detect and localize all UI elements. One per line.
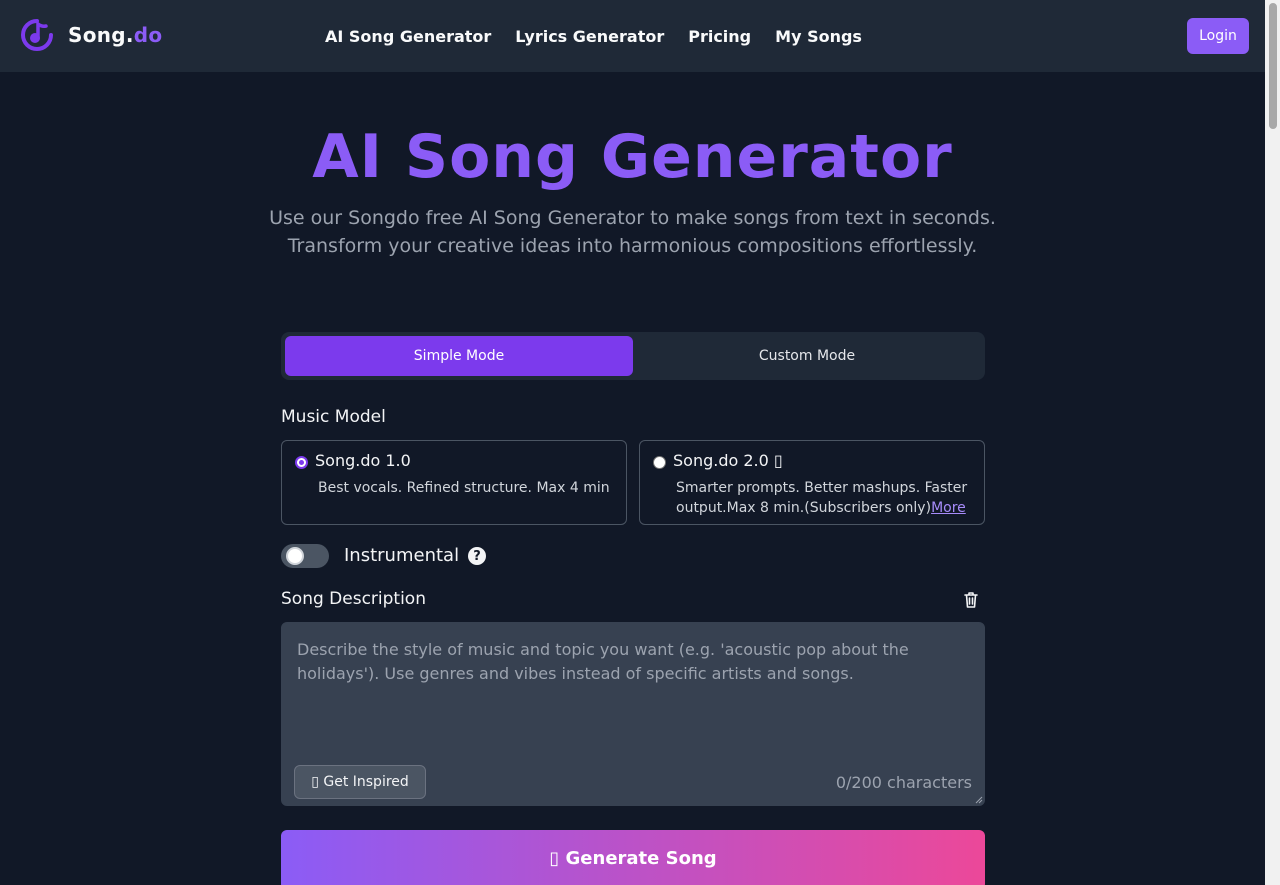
music-note-logo-icon	[21, 19, 53, 51]
page-title: AI Song Generator	[312, 122, 953, 192]
logo-text-main: Song.	[68, 23, 134, 47]
song-description-input[interactable]	[282, 623, 984, 763]
model-radio-1[interactable]	[295, 456, 308, 469]
logo[interactable]: Song.do	[20, 18, 162, 52]
logo-text: Song.do	[68, 23, 162, 47]
model-desc-2: Smarter prompts. Better mashups. Faster …	[676, 478, 972, 518]
mode-switcher: Simple Mode Custom Mode	[281, 332, 985, 380]
model-desc-2-text: Smarter prompts. Better mashups. Faster …	[676, 480, 968, 516]
character-counter: 0/200 characters	[835, 773, 972, 792]
get-inspired-button[interactable]: ▯ Get Inspired	[294, 765, 426, 799]
page-scrollbar[interactable]	[1265, 0, 1280, 885]
generate-song-label: ▯ Generate Song	[549, 847, 717, 869]
nav-pricing[interactable]: Pricing	[688, 27, 751, 46]
model-name-1: Song.do 1.0	[315, 451, 411, 470]
tab-simple-mode[interactable]: Simple Mode	[285, 336, 633, 376]
generate-song-button[interactable]: ▯ Generate Song	[281, 830, 985, 885]
model-name-2: Song.do 2.0 ▯	[673, 451, 783, 470]
song-description-box: ▯ Get Inspired 0/200 characters	[281, 622, 985, 806]
logo-text-accent: do	[133, 23, 163, 47]
nav-lyrics-generator[interactable]: Lyrics Generator	[515, 27, 664, 46]
trash-icon[interactable]	[961, 590, 981, 610]
nav-my-songs[interactable]: My Songs	[775, 27, 862, 46]
model-option-song-do-1[interactable]: Song.do 1.0 Best vocals. Refined structu…	[281, 440, 627, 525]
tab-custom-mode[interactable]: Custom Mode	[633, 336, 981, 376]
main-nav: AI Song Generator Lyrics Generator Prici…	[325, 0, 886, 72]
model-desc-1: Best vocals. Refined structure. Max 4 mi…	[318, 480, 610, 496]
help-icon[interactable]: ?	[468, 547, 486, 565]
model-option-song-do-2[interactable]: Song.do 2.0 ▯ Smarter prompts. Better ma…	[639, 440, 985, 525]
more-link[interactable]: More	[931, 500, 966, 516]
subtitle-line-1: Use our Songdo free AI Song Generator to…	[269, 207, 996, 229]
page-subtitle: Use our Songdo free AI Song Generator to…	[0, 204, 1265, 260]
instrumental-toggle[interactable]	[281, 544, 329, 568]
subtitle-line-2: Transform your creative ideas into harmo…	[287, 235, 978, 257]
nav-ai-song-generator[interactable]: AI Song Generator	[325, 27, 491, 46]
music-model-label: Music Model	[281, 407, 386, 427]
resize-handle-icon[interactable]	[975, 796, 983, 804]
song-description-label: Song Description	[281, 589, 426, 609]
model-radio-2[interactable]	[653, 456, 666, 469]
scrollbar-thumb[interactable]	[1269, 3, 1277, 129]
login-button[interactable]: Login	[1187, 18, 1249, 54]
toggle-knob	[286, 547, 304, 565]
instrumental-label: Instrumental	[344, 545, 460, 566]
site-header: Song.do AI Song Generator Lyrics Generat…	[0, 0, 1265, 72]
